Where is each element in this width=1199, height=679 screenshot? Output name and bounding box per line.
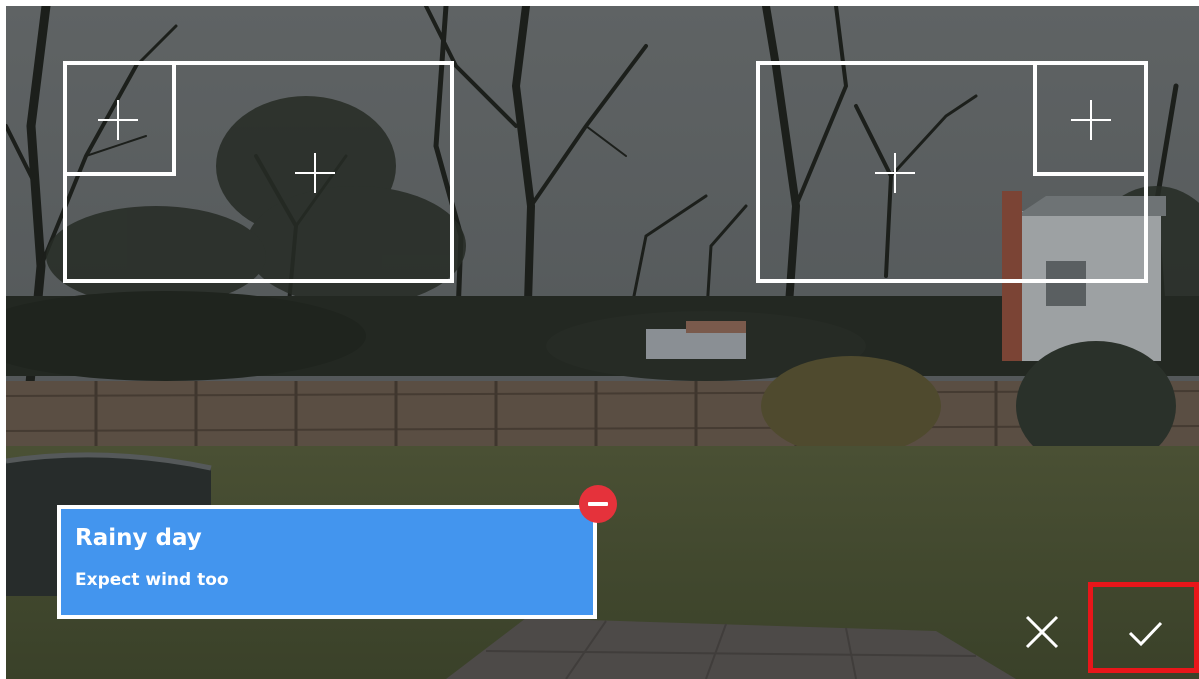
card-subtitle: Expect wind too	[75, 570, 229, 590]
text-card[interactable]: Rainy day Expect wind too	[57, 505, 597, 619]
card-title: Rainy day	[75, 525, 202, 551]
cancel-button[interactable]	[1013, 603, 1071, 661]
remove-card-button[interactable]	[579, 485, 617, 523]
checkmark-icon	[1128, 621, 1163, 647]
close-icon	[1025, 615, 1059, 649]
plus-icon[interactable]	[98, 100, 138, 140]
confirm-button[interactable]	[1088, 582, 1199, 673]
plus-icon[interactable]	[295, 153, 335, 193]
plus-icon[interactable]	[875, 153, 915, 193]
plus-icon[interactable]	[1071, 100, 1111, 140]
